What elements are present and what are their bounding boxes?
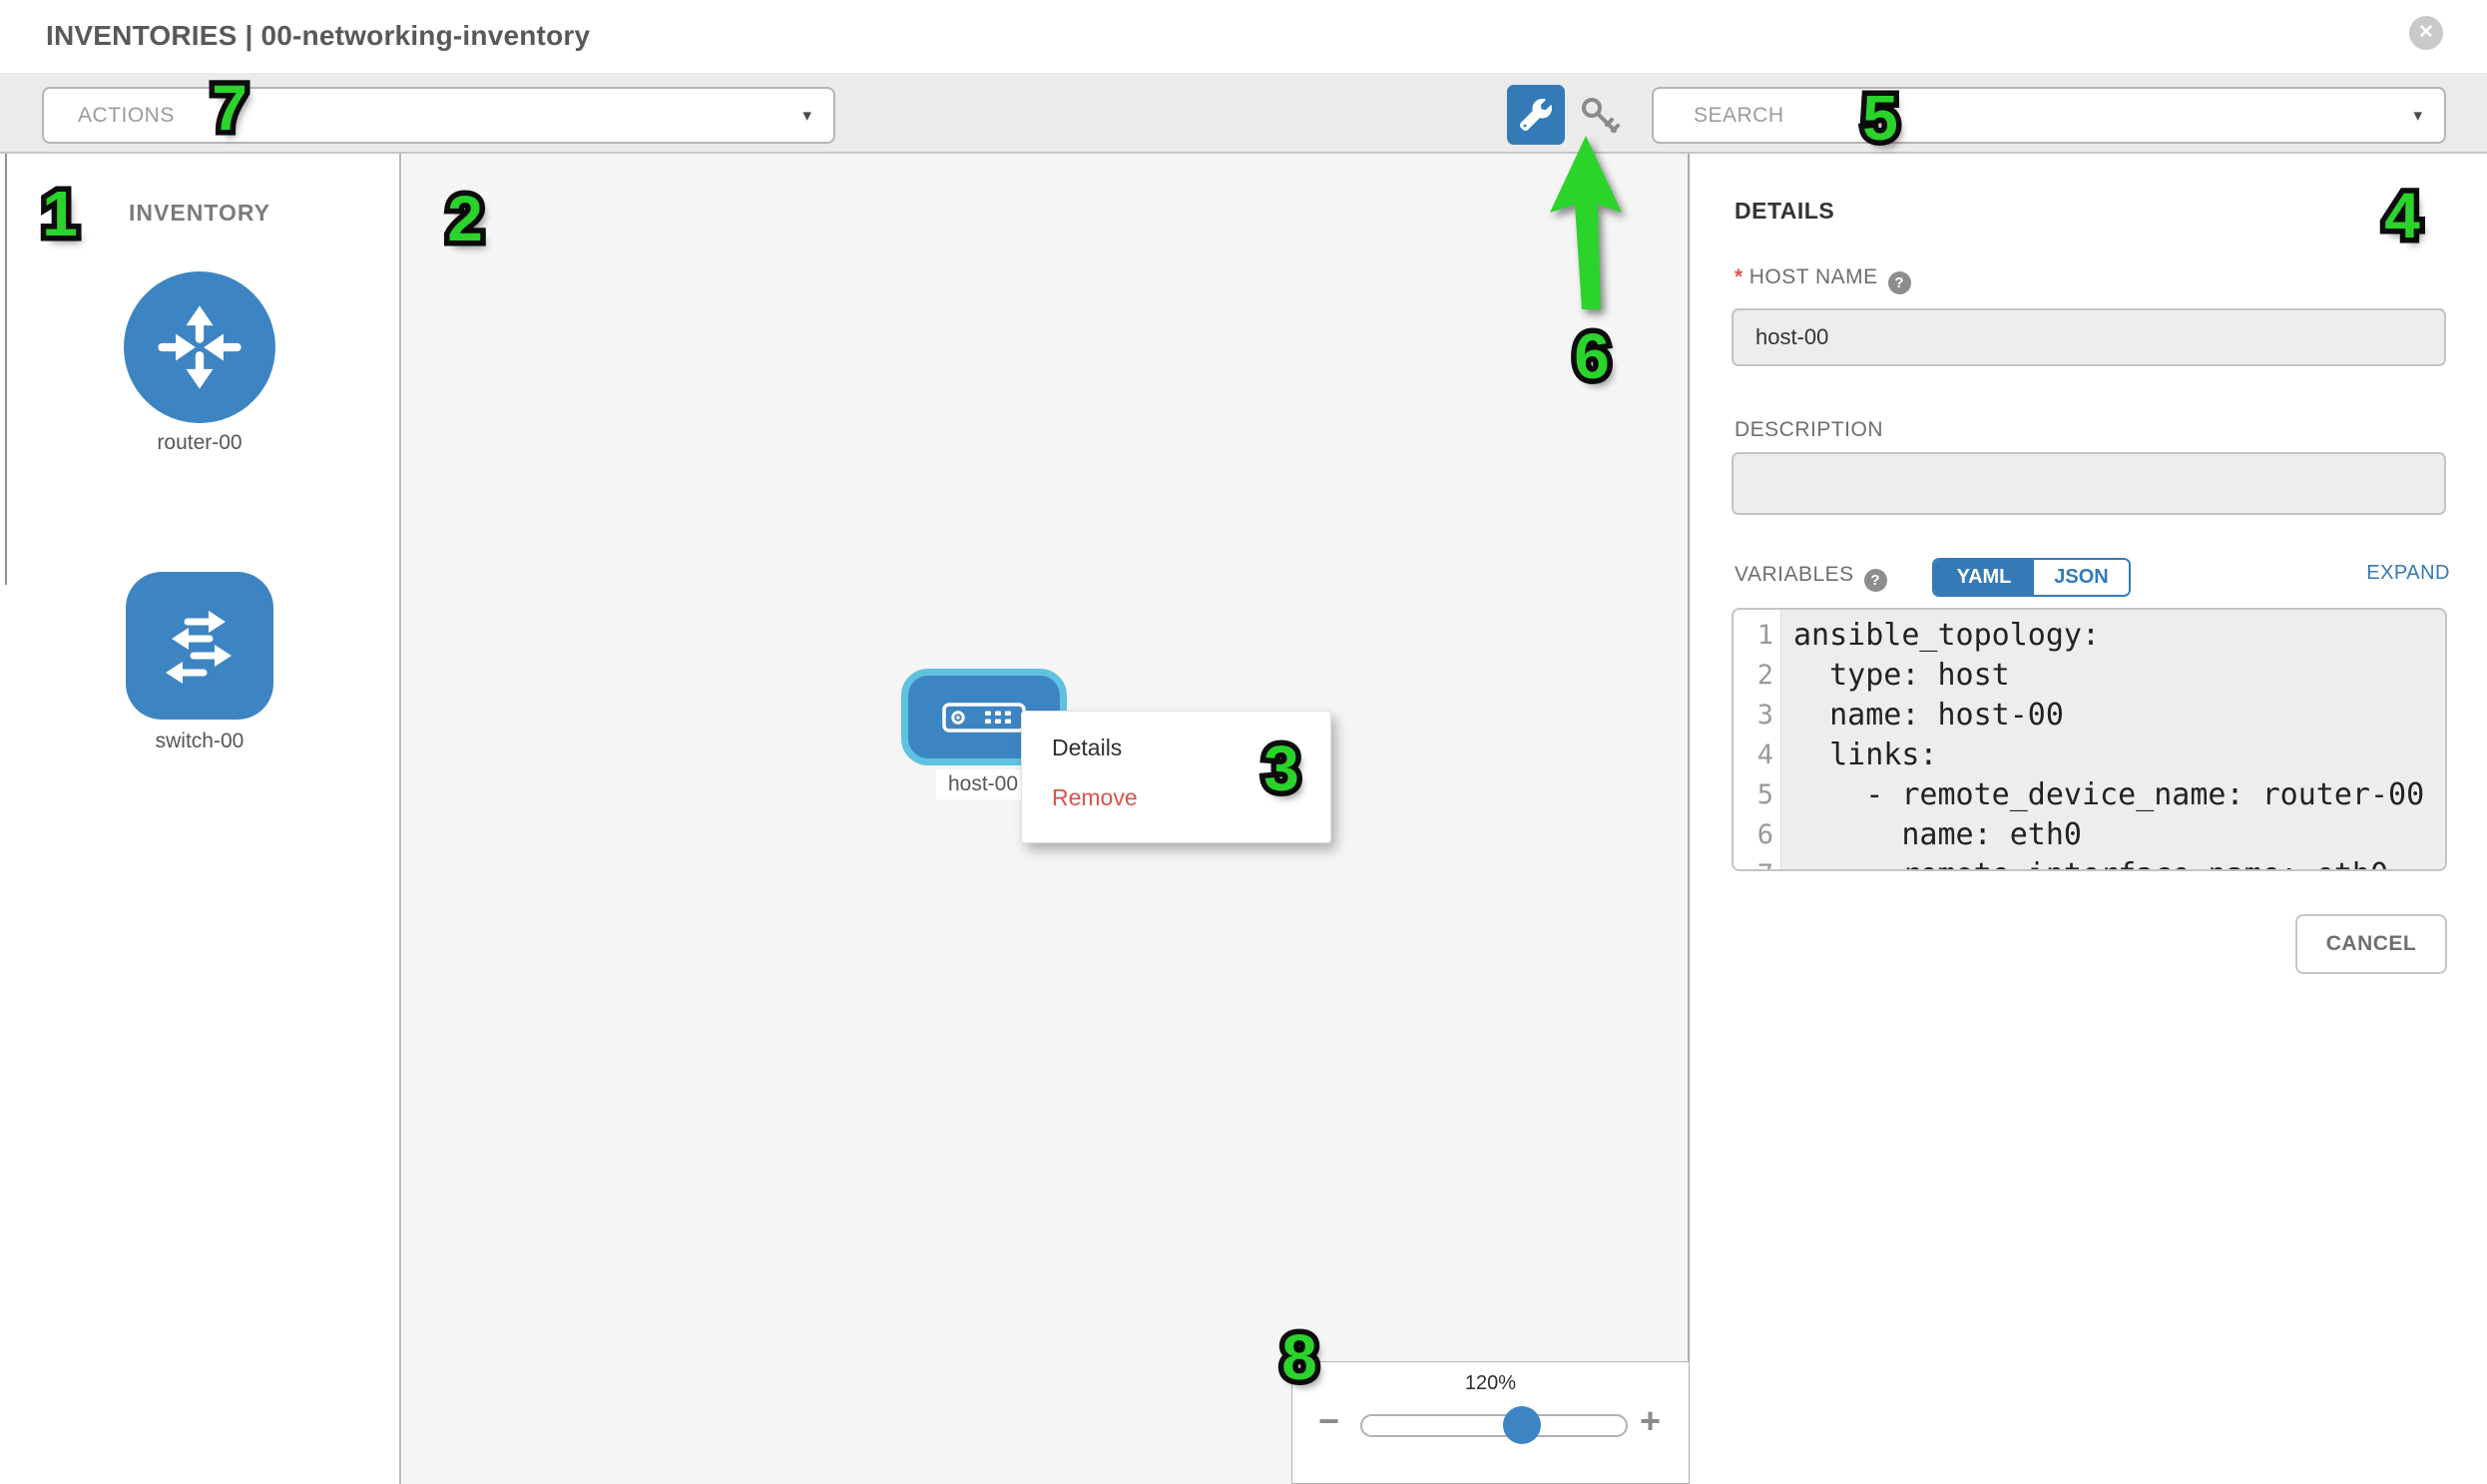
close-icon[interactable]: ✕ (2409, 16, 2443, 50)
inventory-sidebar: INVENTORY router-00 (0, 154, 401, 1484)
host-name-label-text: HOST NAME (1749, 265, 1878, 288)
toolbar: ACTIONS ▾ SEARCH ▾ (0, 73, 2487, 154)
line-text: ansible_topology: (1793, 616, 2100, 656)
tools-button[interactable] (1507, 85, 1565, 145)
zoom-control-panel: 120% − + (1291, 1361, 1689, 1484)
required-asterisk: * (1735, 265, 1743, 288)
sidebar-item-label: switch-00 (0, 730, 399, 753)
expand-link[interactable]: EXPAND (2366, 562, 2450, 585)
switch-icon (150, 596, 249, 696)
line-number: 7 (1734, 855, 1773, 871)
key-icon (1577, 93, 1625, 141)
router-icon (148, 295, 251, 399)
sidebar-item-label: router-00 (0, 431, 399, 455)
code-line: 5 - remote_device_name: router-00 (1734, 775, 2445, 815)
zoom-in-button[interactable]: + (1640, 1400, 1661, 1442)
code-line: 7 remote_interface_name: eth0 (1734, 855, 2445, 871)
help-icon[interactable]: ? (1864, 569, 1887, 592)
toggle-yaml[interactable]: YAML (1934, 560, 2034, 595)
zoom-level-readout: 120% (1292, 1372, 1689, 1395)
sidebar-item-router-00[interactable] (124, 271, 275, 423)
code-line: 2 type: host (1734, 656, 2445, 696)
inventory-topology-app: INVENTORIES | 00-networking-inventory ✕ … (0, 0, 2487, 1484)
line-text: remote_interface_name: eth0 (1793, 855, 2388, 871)
toggle-json[interactable]: JSON (2034, 560, 2129, 595)
variables-code-editor[interactable]: 1 ansible_topology: 2 type: host 3 name: … (1732, 608, 2447, 871)
line-text: name: host-00 (1793, 696, 2064, 736)
zoom-slider-thumb[interactable] (1503, 1406, 1541, 1444)
line-text: name: eth0 (1793, 815, 2082, 855)
code-line: 4 links: (1734, 736, 2445, 775)
host-name-label: * HOST NAME? (1735, 265, 1911, 294)
search-label: SEARCH (1694, 104, 1784, 128)
inventory-title: INVENTORY (0, 200, 399, 227)
variables-label-text: VARIABLES (1735, 563, 1854, 586)
code-line: 3 name: host-00 (1734, 696, 2445, 736)
line-number: 4 (1734, 736, 1773, 775)
cancel-button[interactable]: CANCEL (2295, 914, 2447, 974)
search-dropdown[interactable]: SEARCH ▾ (1652, 87, 2446, 144)
actions-dropdown[interactable]: ACTIONS ▾ (42, 87, 835, 144)
menu-item-details[interactable]: Details (1022, 723, 1330, 772)
host-node-label: host-00 (936, 769, 1030, 799)
line-number: 1 (1734, 616, 1773, 656)
chevron-down-icon: ▾ (2413, 106, 2422, 126)
server-icon (942, 703, 1026, 733)
credentials-button[interactable] (1575, 91, 1627, 143)
zoom-out-button[interactable]: − (1318, 1400, 1339, 1442)
page-title: INVENTORIES | 00-networking-inventory (46, 20, 590, 52)
zoom-slider-track[interactable] (1360, 1414, 1628, 1437)
line-number: 3 (1734, 696, 1773, 736)
host-name-field[interactable]: host-00 (1732, 308, 2446, 366)
menu-item-remove[interactable]: Remove (1022, 772, 1330, 822)
chevron-down-icon: ▾ (802, 106, 811, 126)
line-number: 6 (1734, 815, 1773, 855)
line-text: type: host (1793, 656, 2010, 696)
code-line: 6 name: eth0 (1734, 815, 2445, 855)
format-toggle: YAML JSON (1932, 558, 2131, 597)
wrench-icon (1520, 99, 1552, 131)
header-bar: INVENTORIES | 00-networking-inventory ✕ (0, 0, 2487, 73)
details-panel: DETAILS *HOST NAME? host-00 DESCRIPTION … (1692, 154, 2487, 1484)
description-field[interactable] (1732, 452, 2446, 515)
details-heading: DETAILS (1735, 198, 1834, 225)
line-text: - remote_device_name: router-00 (1793, 775, 2424, 815)
variables-label: VARIABLES? (1735, 563, 1887, 592)
line-text: links: (1793, 736, 1938, 775)
description-label: DESCRIPTION (1735, 418, 1883, 442)
sidebar-item-switch-00[interactable] (126, 572, 273, 720)
help-icon[interactable]: ? (1888, 271, 1911, 294)
actions-dropdown-label: ACTIONS (78, 104, 175, 128)
code-line: 1 ansible_topology: (1734, 616, 2445, 656)
line-number: 2 (1734, 656, 1773, 696)
line-number: 5 (1734, 775, 1773, 815)
context-menu: Details Remove (1021, 711, 1331, 843)
topology-canvas[interactable]: host-00 Details Remove 120% − + (403, 154, 1690, 1484)
editor-lines: 1 ansible_topology: 2 type: host 3 name: … (1734, 616, 2445, 871)
